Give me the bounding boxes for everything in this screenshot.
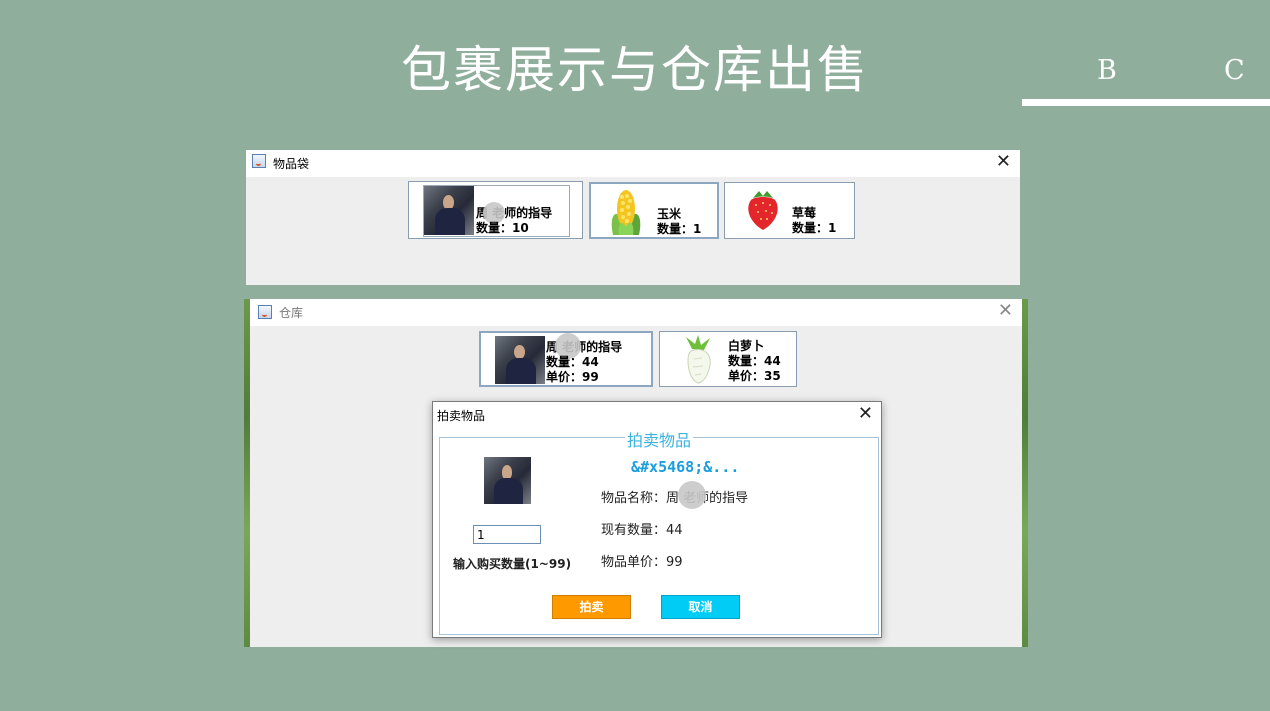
warehouse-window-title: 仓库 xyxy=(279,306,304,320)
teacher-photo-icon xyxy=(495,336,545,384)
auction-button[interactable]: 拍卖 xyxy=(552,595,631,619)
auction-item-heading: &#x5468;&... xyxy=(631,458,740,476)
nav-underline xyxy=(1022,99,1270,106)
teacher-photo-icon xyxy=(484,457,531,504)
java-cup-icon xyxy=(252,154,266,168)
auction-stock: 现有数量：44 xyxy=(601,523,683,538)
close-icon[interactable]: ✕ xyxy=(996,152,1011,172)
bag-item-card[interactable]: 玉米 数量：1 xyxy=(589,182,719,239)
auction-dialog-title: 拍卖物品 xyxy=(437,409,486,423)
blur-mask xyxy=(678,481,706,509)
auction-item-name: 物品名称：周 老师的指导 xyxy=(601,491,749,506)
bag-item-card[interactable]: 草莓 数量：1 xyxy=(724,182,855,239)
item-price: 单价：35 xyxy=(728,369,781,383)
game-background-right xyxy=(1022,299,1028,647)
warehouse-window-titlebar[interactable]: 仓库 ✕ xyxy=(250,299,1022,326)
radish-icon xyxy=(686,335,711,384)
java-cup-icon xyxy=(258,305,272,319)
item-qty: 数量：1 xyxy=(657,222,702,236)
item-price: 单价：99 xyxy=(546,370,599,384)
bag-window-titlebar[interactable]: 物品袋 ✕ xyxy=(246,150,1020,177)
slide-title: 包裹展示与仓库出售 xyxy=(401,41,869,99)
bag-item-card[interactable]: 周 老师的指导 数量：10 xyxy=(408,181,583,239)
quantity-hint: 输入购买数量(1~99) xyxy=(453,557,572,571)
nav-tab-c[interactable]: C xyxy=(1224,55,1245,86)
bag-window-title: 物品袋 xyxy=(273,157,310,171)
close-icon[interactable]: ✕ xyxy=(998,301,1013,321)
auction-group-title: 拍卖物品 xyxy=(624,431,693,450)
quantity-input[interactable] xyxy=(473,525,541,544)
corn-icon xyxy=(611,190,641,235)
auction-unit-price: 物品单价：99 xyxy=(601,555,683,570)
warehouse-item-card[interactable]: 周 老师的指导 数量：44 单价：99 xyxy=(479,331,653,387)
item-qty: 数量：1 xyxy=(792,221,837,235)
cancel-button[interactable]: 取消 xyxy=(661,595,740,619)
item-qty: 数量：10 xyxy=(476,221,529,235)
warehouse-item-card[interactable]: 白萝卜 数量：44 单价：35 xyxy=(659,331,797,387)
teacher-photo-icon xyxy=(424,186,474,235)
nav-tab-b[interactable]: B xyxy=(1097,55,1117,86)
strawberry-icon xyxy=(748,191,778,230)
bag-window: 物品袋 ✕ 周 老师的指导 数量：10 玉米 数量：1 草莓 数量：1 xyxy=(246,150,1020,285)
close-icon[interactable]: ✕ xyxy=(858,403,873,424)
